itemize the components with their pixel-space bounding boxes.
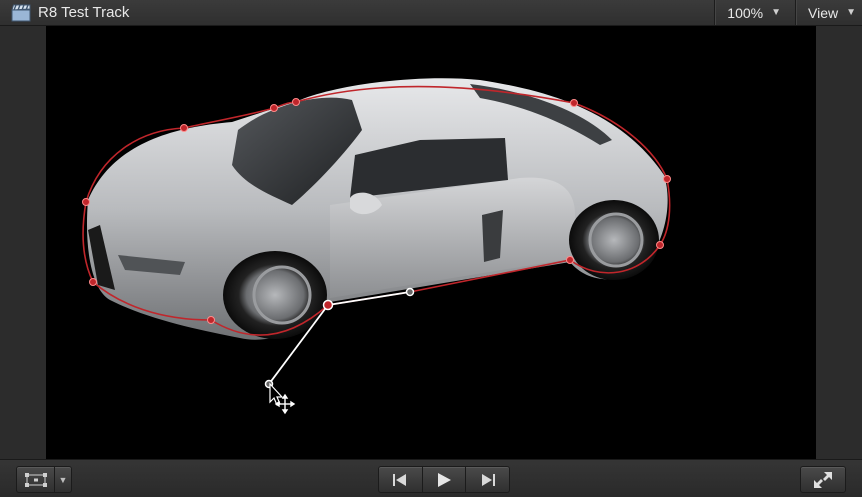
zoom-value: 100% <box>727 4 764 21</box>
play-button[interactable] <box>421 467 466 492</box>
video-canvas[interactable] <box>46 26 816 459</box>
caret-down-icon: ▼ <box>58 474 68 485</box>
viewer-bottom-bar: ▼ <box>0 459 862 497</box>
control-point[interactable] <box>207 316 215 324</box>
bezier-handle[interactable] <box>268 304 329 385</box>
caret-down-icon: ▼ <box>771 7 781 18</box>
transform-menu-button[interactable]: ▼ <box>54 466 72 493</box>
skip-forward-icon <box>481 473 495 486</box>
view-label: View <box>808 4 839 21</box>
control-point[interactable] <box>82 198 90 206</box>
control-point[interactable] <box>89 278 97 286</box>
fullscreen-button[interactable] <box>800 466 846 493</box>
control-point[interactable] <box>292 98 300 106</box>
viewer-title-bar: R8 Test Track 100% ▼ View ▼ <box>0 0 862 26</box>
move-cursor-icon <box>269 382 296 415</box>
skip-back-icon <box>393 473 407 486</box>
play-icon <box>438 472 451 487</box>
caret-down-icon: ▼ <box>846 7 856 18</box>
bezier-handle[interactable] <box>327 291 411 306</box>
control-point[interactable] <box>663 175 671 183</box>
mask-shape[interactable] <box>46 26 816 459</box>
zoom-menu[interactable]: 100% ▼ <box>715 0 795 25</box>
transform-tool-icon <box>25 472 47 487</box>
control-point[interactable] <box>566 256 574 264</box>
transport-controls <box>378 466 510 493</box>
control-points[interactable] <box>82 98 671 324</box>
clapperboard-icon <box>11 4 31 21</box>
viewer-window: R8 Test Track 100% ▼ View ▼ ▼ <box>0 0 862 497</box>
control-point[interactable] <box>180 124 188 132</box>
fullscreen-icon <box>814 471 832 488</box>
previous-edit-button[interactable] <box>379 467 422 492</box>
next-edit-button[interactable] <box>465 467 509 492</box>
canvas-frame <box>0 26 862 459</box>
control-point[interactable] <box>570 99 578 107</box>
viewer-title: R8 Test Track <box>38 4 130 21</box>
view-menu[interactable]: View ▼ <box>796 0 862 25</box>
selected-control-point[interactable] <box>322 299 334 311</box>
transform-tool-button[interactable] <box>16 466 56 493</box>
control-point[interactable] <box>270 104 278 112</box>
handle-point[interactable] <box>405 287 415 297</box>
control-point[interactable] <box>656 241 664 249</box>
